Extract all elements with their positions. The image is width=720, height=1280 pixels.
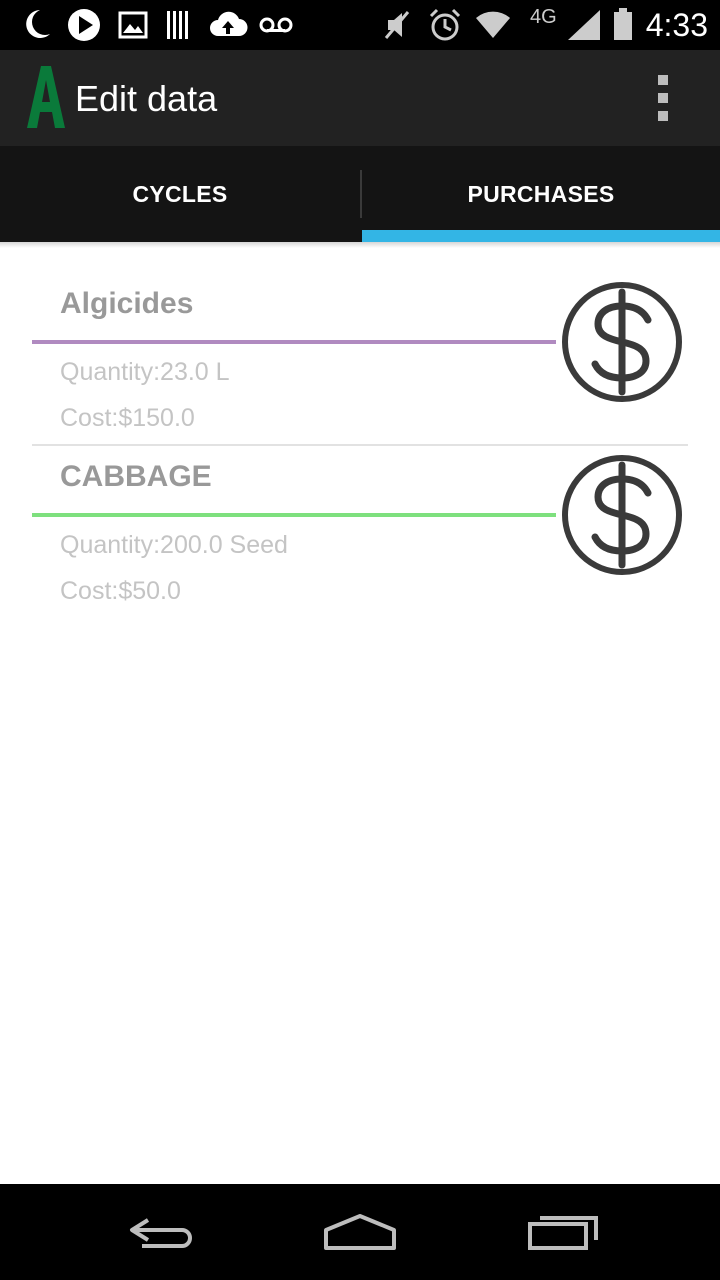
dollar-icon[interactable] [558,449,686,577]
page-title: Edit data [75,78,218,119]
more-vert-icon-dot [658,93,668,103]
item-accent-line [32,513,556,517]
action-bar: Edit data [0,50,720,146]
item-quantity: Quantity:23.0 L [60,358,230,386]
battery-icon [614,8,632,40]
barcode-icon [167,11,188,39]
purchase-item[interactable]: CABBAGE Quantity:200.0 Seed Cost:$50.0 [0,433,720,606]
alarm-icon [429,8,461,41]
mute-icon [384,11,410,39]
more-vert-icon [658,75,668,85]
tab-bar: CYCLES PURCHASES [0,146,720,242]
status-bar: 4G 4:33 [0,0,720,50]
navigation-bar [0,1184,720,1280]
more-vert-icon-dot [658,111,668,121]
tab-purchases[interactable]: PURCHASES [362,146,720,242]
item-cost: Cost:$50.0 [60,577,181,605]
home-icon[interactable] [310,1208,410,1258]
item-quantity: Quantity:200.0 Seed [60,531,288,559]
overflow-menu-button[interactable] [640,68,686,128]
image-icon [118,11,148,39]
purchase-list: Algicides Quantity:23.0 L Cost:$150.0 CA… [0,260,720,606]
item-name: Algicides [60,287,194,320]
back-icon[interactable] [110,1208,210,1258]
cloud-upload-icon [210,11,248,36]
item-cost: Cost:$150.0 [60,404,195,432]
item-name: CABBAGE [60,460,212,493]
voicemail-icon [259,17,293,33]
network-type-label: 4G [530,6,557,28]
tab-cycles[interactable]: CYCLES [0,146,360,242]
signal-icon [568,10,600,40]
tab-selected-indicator [362,230,720,242]
play-icon [68,9,100,41]
moon-icon [26,10,50,38]
tab-shadow [0,242,720,248]
item-accent-line [32,340,556,344]
status-time: 4:33 [645,7,708,43]
purchase-item[interactable]: Algicides Quantity:23.0 L Cost:$150.0 [0,260,720,446]
wifi-icon [476,11,510,38]
app-logo[interactable] [24,64,68,130]
recents-icon[interactable] [512,1208,612,1258]
dollar-icon[interactable] [558,276,686,404]
